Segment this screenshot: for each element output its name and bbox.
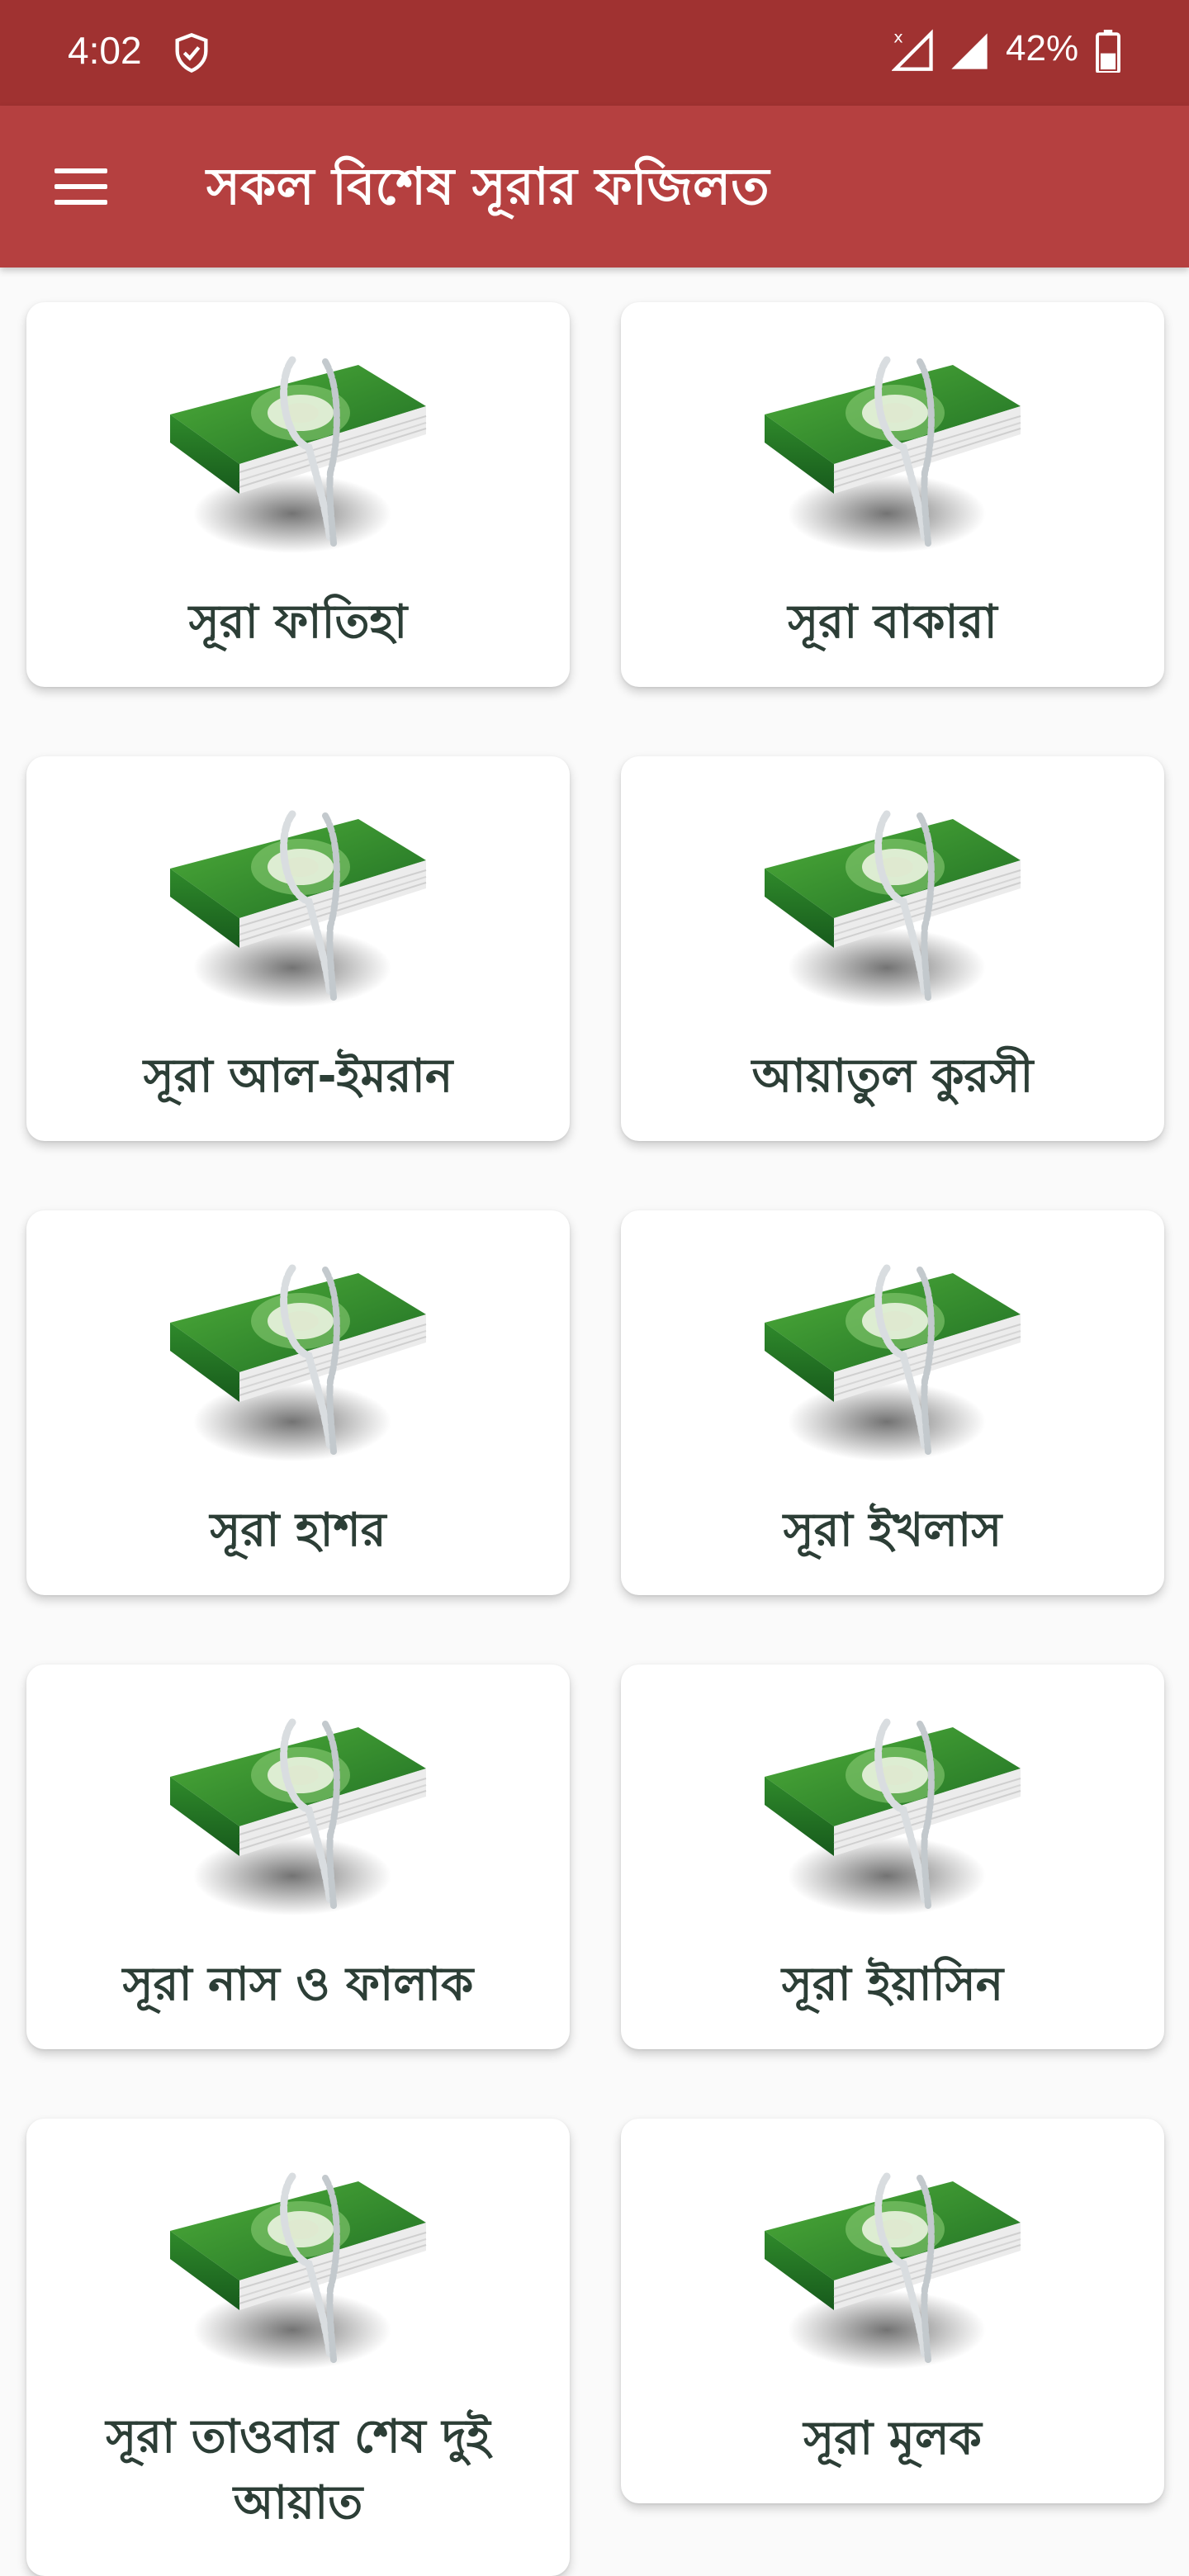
surah-grid: সূরা ফাতিহা সূরা বাকারা সূরা আল-ইমরান আয়াত… — [0, 268, 1189, 2576]
surah-card[interactable]: সূরা ইখলাস — [621, 1210, 1164, 1595]
shield-check-icon — [175, 33, 208, 73]
surah-card-label: সূরা ইখলাস — [783, 1503, 1002, 1557]
quran-book-icon — [168, 1711, 429, 1917]
surah-card[interactable]: সূরা নাস ও ফালাক — [26, 1664, 570, 2049]
battery-percent: 42% — [1006, 28, 1079, 69]
quran-book-icon — [168, 348, 429, 555]
surah-card[interactable]: সূরা হাশর — [26, 1210, 570, 1595]
hamburger-menu-icon[interactable] — [50, 163, 112, 210]
quran-book-icon — [763, 348, 1024, 555]
surah-card[interactable]: আয়াতুল কুরসী — [621, 756, 1164, 1141]
surah-card[interactable]: সূরা ফাতিহা — [26, 302, 570, 687]
quran-book-icon — [763, 2165, 1024, 2371]
quran-book-icon — [168, 803, 429, 1009]
app-bar: সকল বিশেষ সূরার ফজিলত — [0, 106, 1189, 268]
quran-book-icon — [763, 803, 1024, 1009]
signal-icon — [951, 33, 988, 69]
page-title: সকল বিশেষ সূরার ফজিলত — [206, 156, 770, 216]
status-time: 4:02 — [68, 29, 142, 72]
surah-card[interactable]: সূরা তাওবার শেষ দুই আয়াত — [26, 2119, 570, 2576]
no-data-signal-icon: x — [892, 27, 933, 71]
quran-book-icon — [763, 1711, 1024, 1917]
quran-book-icon — [168, 2165, 429, 2371]
quran-book-icon — [168, 1257, 429, 1463]
surah-card[interactable]: সূরা ইয়াসিন — [621, 1664, 1164, 2049]
surah-card-label: সূরা ফাতিহা — [188, 595, 408, 649]
surah-card[interactable]: সূরা বাকারা — [621, 302, 1164, 687]
battery-icon — [1096, 30, 1120, 73]
quran-book-icon — [763, 1257, 1024, 1463]
surah-card-label: সূরা হাশর — [210, 1503, 386, 1557]
status-bar: 4:02 x 42% — [0, 0, 1189, 106]
surah-card-label: সূরা বাকারা — [788, 595, 997, 649]
surah-card[interactable]: সূরা আল-ইমরান — [26, 756, 570, 1141]
surah-card-label: সূরা মূলক — [803, 2412, 982, 2465]
surah-card-label: সূরা নাস ও ফালাক — [122, 1958, 474, 2011]
surah-card-label: সূরা তাওবার শেষ দুই আয়াত — [106, 2410, 490, 2530]
surah-card-label: আয়াতুল কুরসী — [751, 1049, 1034, 1103]
surah-card[interactable]: সূরা মূলক — [621, 2119, 1164, 2503]
svg-text:x: x — [893, 27, 902, 46]
surah-card-label: সূরা আল-ইমরান — [143, 1049, 453, 1103]
surah-card-label: সূরা ইয়াসিন — [781, 1958, 1004, 2011]
